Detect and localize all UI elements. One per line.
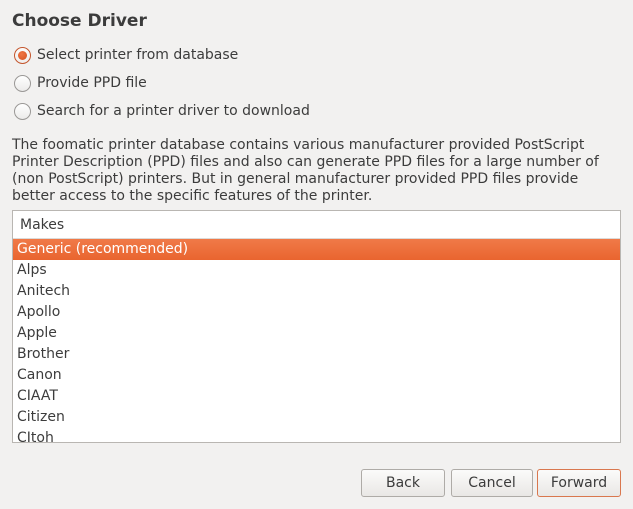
back-button[interactable]: Back — [361, 469, 445, 497]
forward-button[interactable]: Forward — [537, 469, 621, 497]
list-item[interactable]: Canon — [13, 365, 620, 386]
radio-provide-ppd-file[interactable]: Provide PPD file — [14, 72, 147, 94]
list-item[interactable]: Generic (recommended) — [13, 239, 620, 260]
radio-label: Search for a printer driver to download — [37, 103, 310, 119]
radio-button-checked[interactable] — [14, 46, 31, 64]
radio-select-from-database[interactable]: Select printer from database — [14, 44, 238, 66]
radio-label: Provide PPD file — [37, 75, 147, 91]
list-item[interactable]: Anitech — [13, 281, 620, 302]
database-description: The foomatic printer database contains v… — [12, 137, 599, 204]
page-title: Choose Driver — [12, 11, 147, 31]
list-item[interactable]: Alps — [13, 260, 620, 281]
makes-column-header[interactable]: Makes — [13, 211, 620, 239]
radio-button[interactable] — [14, 102, 31, 120]
radio-search-driver-download[interactable]: Search for a printer driver to download — [14, 100, 310, 122]
list-item[interactable]: Citizen — [13, 407, 620, 428]
cancel-button[interactable]: Cancel — [451, 469, 533, 497]
list-item[interactable]: CIAAT — [13, 386, 620, 407]
list-item[interactable]: CItoh — [13, 428, 620, 442]
list-item[interactable]: Apple — [13, 323, 620, 344]
list-item[interactable]: Apollo — [13, 302, 620, 323]
list-item[interactable]: Brother — [13, 344, 620, 365]
radio-button[interactable] — [14, 74, 31, 92]
makes-list[interactable]: Makes Generic (recommended) Alps Anitech… — [12, 210, 621, 443]
radio-label: Select printer from database — [37, 47, 239, 63]
